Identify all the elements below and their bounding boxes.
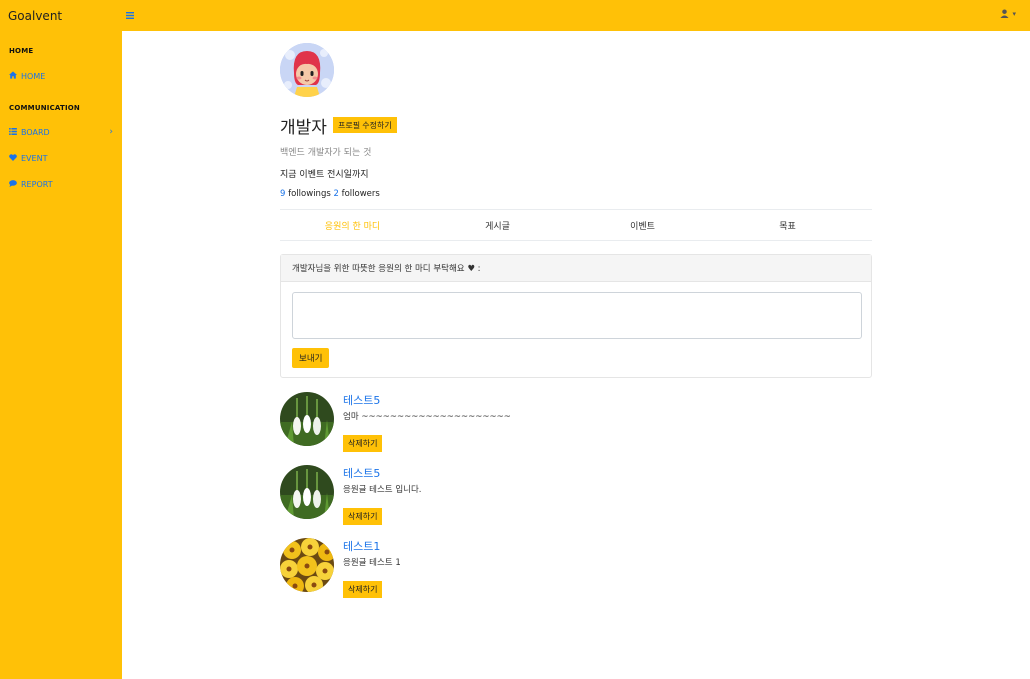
list-icon <box>9 127 17 137</box>
tab-events[interactable]: 이벤트 <box>570 210 715 240</box>
profile-name: 개발자 <box>280 118 327 138</box>
chevron-down-icon: ▾ <box>1012 9 1016 18</box>
home-icon <box>9 71 17 81</box>
followers-label[interactable]: followers <box>339 189 380 199</box>
user-icon <box>1000 9 1010 18</box>
cheer-form-header: 개발자님을 위한 따뜻한 응원의 한 마디 부탁해요 ♥ : <box>281 255 871 282</box>
comment-author[interactable]: 테스트5 <box>343 392 380 408</box>
follow-stats: 9 followings 2 followers <box>280 189 380 199</box>
comment-text: 응원글 테스트 입니다. <box>343 485 422 495</box>
delete-comment-button[interactable]: 삭제하기 <box>343 508 383 525</box>
comment-item: 테스트5 응원글 테스트 입니다. 삭제하기 <box>280 465 580 535</box>
user-menu-dropdown[interactable]: ▾ <box>1000 9 1016 18</box>
followings-label[interactable]: followings <box>285 189 333 199</box>
sidebar-heading-communication: COMMUNICATION <box>9 104 80 112</box>
cheer-form-card: 개발자님을 위한 따뜻한 응원의 한 마디 부탁해요 ♥ : 보내기 <box>280 254 872 378</box>
sidebar-item-board[interactable]: BOARD › <box>0 125 122 139</box>
comment-avatar <box>280 392 334 446</box>
comment-item: 테스트5 엄마 ~~~~~~~~~~~~~~~~~~~~~ 삭제하기 <box>280 392 580 462</box>
send-button[interactable]: 보내기 <box>292 348 330 368</box>
sidebar-item-report[interactable]: REPORT <box>0 177 122 191</box>
top-navbar: Goalvent ▾ <box>0 0 1030 31</box>
profile-avatar <box>280 43 334 97</box>
chevron-right-icon: › <box>109 127 113 137</box>
brand-logo[interactable]: Goalvent <box>0 9 122 23</box>
cheer-textarea[interactable] <box>292 292 862 339</box>
sidebar-item-label: REPORT <box>21 179 53 189</box>
comment-text: 응원글 테스트 1 <box>343 558 401 568</box>
tab-posts[interactable]: 게시글 <box>425 210 570 240</box>
edit-profile-button[interactable]: 프로필 수정하기 <box>333 117 397 133</box>
comment-author[interactable]: 테스트5 <box>343 465 380 481</box>
sidebar: HOME HOME COMMUNICATION BOARD › EVENT RE… <box>0 31 122 679</box>
comment-text: 엄마 ~~~~~~~~~~~~~~~~~~~~~ <box>343 412 511 422</box>
sidebar-item-event[interactable]: EVENT <box>0 151 122 165</box>
profile-tabs: 응원의 한 마디 게시글 이벤트 목표 <box>280 209 872 241</box>
comment-avatar <box>280 538 334 592</box>
delete-comment-button[interactable]: 삭제하기 <box>343 435 383 452</box>
sidebar-item-label: HOME <box>21 71 46 81</box>
tab-goals[interactable]: 목표 <box>715 210 860 240</box>
hamburger-icon[interactable] <box>126 9 134 22</box>
heart-icon <box>9 153 17 163</box>
tab-cheer[interactable]: 응원의 한 마디 <box>280 210 425 240</box>
profile-goal: 지금 이벤트 전시일까지 <box>280 170 369 180</box>
sidebar-heading-home: HOME <box>9 47 34 55</box>
sidebar-item-label: BOARD <box>21 127 50 137</box>
comment-icon <box>9 179 17 189</box>
profile-bio: 백엔드 개발자가 되는 것 <box>280 148 372 158</box>
sidebar-item-home[interactable]: HOME <box>0 69 122 83</box>
comment-item: 테스트1 응원글 테스트 1 삭제하기 <box>280 538 580 608</box>
comment-avatar <box>280 465 334 519</box>
sidebar-item-label: EVENT <box>21 153 48 163</box>
main-content: 개발자 프로필 수정하기 백엔드 개발자가 되는 것 지금 이벤트 전시일까지 … <box>122 31 1030 679</box>
comment-author[interactable]: 테스트1 <box>343 538 380 554</box>
delete-comment-button[interactable]: 삭제하기 <box>343 581 383 598</box>
